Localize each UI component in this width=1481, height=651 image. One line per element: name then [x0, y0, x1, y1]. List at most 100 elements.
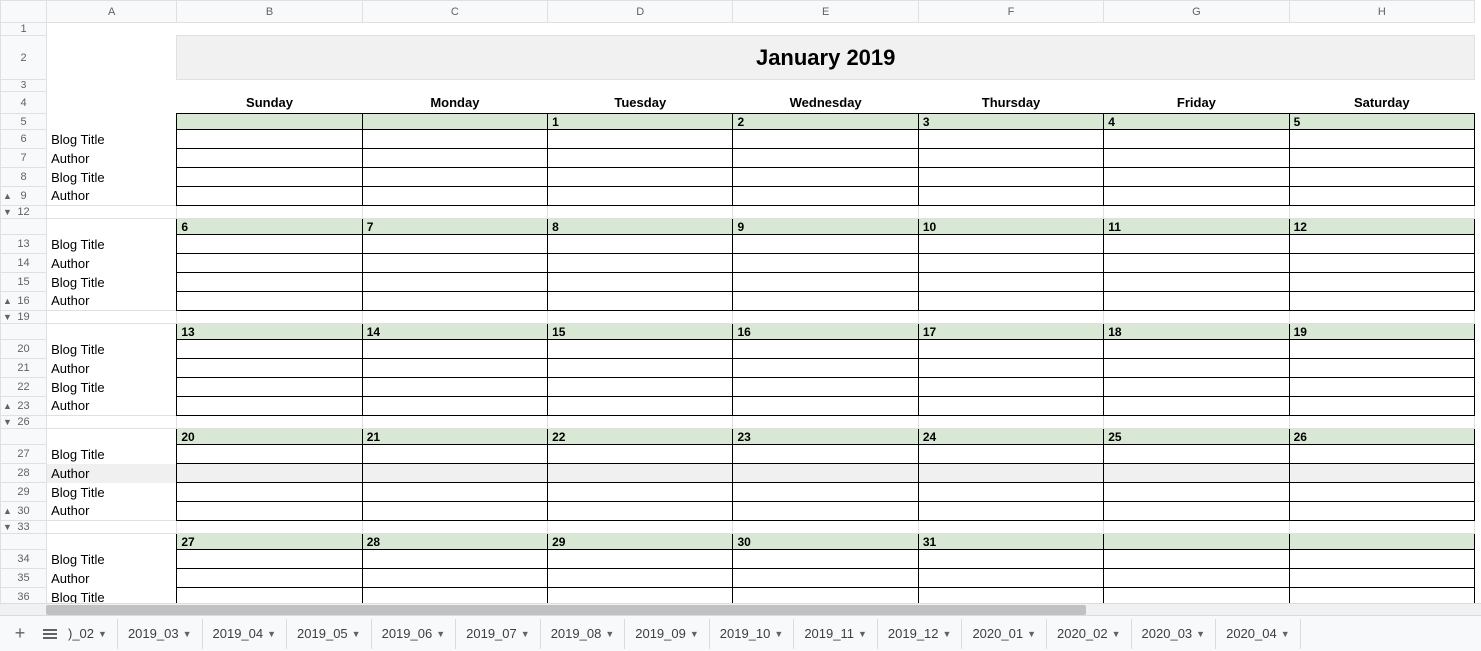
row-label-cell[interactable]: Author: [47, 359, 177, 378]
gap-cell[interactable]: [918, 521, 1103, 534]
gap-cell[interactable]: [733, 416, 918, 429]
row-label-cell[interactable]: Blog Title: [47, 483, 177, 502]
row-label-cell[interactable]: Blog Title: [47, 130, 177, 149]
calendar-cell[interactable]: [177, 502, 362, 521]
calendar-cell[interactable]: [548, 483, 733, 502]
gap-cell[interactable]: [733, 206, 918, 219]
calendar-cell[interactable]: [548, 168, 733, 187]
weekday-header[interactable]: Friday: [1104, 92, 1289, 114]
row-header-19[interactable]: ▼19: [1, 311, 47, 324]
calendar-cell[interactable]: [1104, 502, 1289, 521]
collapse-group-icon[interactable]: ▲: [3, 401, 12, 411]
calendar-cell[interactable]: [362, 588, 547, 604]
gap-cell[interactable]: [1104, 206, 1289, 219]
calendar-cell[interactable]: [733, 359, 918, 378]
calendar-cell[interactable]: [548, 588, 733, 604]
cell[interactable]: [733, 80, 918, 92]
cell[interactable]: [47, 534, 177, 550]
col-header-H[interactable]: H: [1289, 1, 1474, 23]
row-label-cell[interactable]: Blog Title: [47, 273, 177, 292]
cell[interactable]: [1289, 23, 1474, 36]
chevron-down-icon[interactable]: ▼: [1112, 629, 1121, 639]
calendar-cell[interactable]: [362, 569, 547, 588]
chevron-down-icon[interactable]: ▼: [690, 629, 699, 639]
gap-cell[interactable]: [548, 311, 733, 324]
gap-cell[interactable]: [548, 206, 733, 219]
cell[interactable]: [47, 114, 177, 130]
calendar-cell[interactable]: [733, 168, 918, 187]
row-label-cell[interactable]: Blog Title: [47, 588, 177, 604]
sheet-tab-partial[interactable]: )_02▼: [66, 619, 118, 649]
calendar-date-cell[interactable]: 12: [1289, 219, 1474, 235]
row-header-blank[interactable]: [1, 534, 47, 550]
calendar-cell[interactable]: [918, 130, 1103, 149]
calendar-cell[interactable]: [177, 235, 362, 254]
sheet-tab[interactable]: 2019_11▼: [794, 619, 878, 649]
calendar-cell[interactable]: [733, 464, 918, 483]
weekday-header[interactable]: Monday: [362, 92, 547, 114]
calendar-cell[interactable]: [918, 378, 1103, 397]
row-label-cell[interactable]: Blog Title: [47, 550, 177, 569]
row-header-5[interactable]: 5: [1, 114, 47, 130]
chevron-down-icon[interactable]: ▼: [521, 629, 530, 639]
row-label-cell[interactable]: Author: [47, 569, 177, 588]
weekday-header[interactable]: Saturday: [1289, 92, 1474, 114]
calendar-date-cell[interactable]: 24: [918, 429, 1103, 445]
calendar-cell[interactable]: [733, 445, 918, 464]
calendar-cell[interactable]: [1104, 254, 1289, 273]
calendar-cell[interactable]: [1104, 550, 1289, 569]
calendar-cell[interactable]: [177, 273, 362, 292]
cell[interactable]: [47, 80, 177, 92]
row-header-21[interactable]: 21: [1, 359, 47, 378]
calendar-cell[interactable]: [733, 378, 918, 397]
calendar-cell[interactable]: [1289, 588, 1474, 604]
expand-group-icon[interactable]: ▼: [3, 207, 12, 217]
calendar-cell[interactable]: [362, 235, 547, 254]
calendar-cell[interactable]: [918, 502, 1103, 521]
calendar-cell[interactable]: [1289, 569, 1474, 588]
calendar-date-cell[interactable]: 19: [1289, 324, 1474, 340]
calendar-cell[interactable]: [918, 483, 1103, 502]
calendar-cell[interactable]: [918, 149, 1103, 168]
calendar-date-cell[interactable]: [1104, 534, 1289, 550]
calendar-date-cell[interactable]: 16: [733, 324, 918, 340]
sheet-tab[interactable]: 2020_03▼: [1132, 619, 1217, 649]
calendar-date-cell[interactable]: 10: [918, 219, 1103, 235]
calendar-cell[interactable]: [177, 397, 362, 416]
calendar-cell[interactable]: [918, 588, 1103, 604]
row-label-cell[interactable]: Author: [47, 292, 177, 311]
calendar-date-cell[interactable]: 26: [1289, 429, 1474, 445]
gap-cell[interactable]: [47, 416, 177, 429]
row-header-12[interactable]: ▼12: [1, 206, 47, 219]
gap-cell[interactable]: [47, 206, 177, 219]
calendar-cell[interactable]: [548, 235, 733, 254]
calendar-cell[interactable]: [1289, 445, 1474, 464]
chevron-down-icon[interactable]: ▼: [183, 629, 192, 639]
gap-cell[interactable]: [177, 521, 362, 534]
calendar-date-cell[interactable]: 29: [548, 534, 733, 550]
row-header-30[interactable]: ▲30: [1, 502, 47, 521]
row-header-16[interactable]: ▲16: [1, 292, 47, 311]
sheet-tab[interactable]: 2020_02▼: [1047, 619, 1132, 649]
calendar-cell[interactable]: [1104, 359, 1289, 378]
calendar-cell[interactable]: [362, 187, 547, 206]
row-label-cell[interactable]: Author: [47, 149, 177, 168]
cell[interactable]: [177, 23, 362, 36]
calendar-cell[interactable]: [918, 187, 1103, 206]
collapse-group-icon[interactable]: ▲: [3, 296, 12, 306]
calendar-date-cell[interactable]: 9: [733, 219, 918, 235]
col-header-F[interactable]: F: [918, 1, 1103, 23]
calendar-date-cell[interactable]: [1289, 534, 1474, 550]
chevron-down-icon[interactable]: ▼: [858, 629, 867, 639]
calendar-cell[interactable]: [918, 397, 1103, 416]
calendar-date-cell[interactable]: [362, 114, 547, 130]
calendar-cell[interactable]: [362, 397, 547, 416]
sheet-tab[interactable]: 2019_10▼: [710, 619, 795, 649]
row-header-blank[interactable]: [1, 324, 47, 340]
calendar-cell[interactable]: [733, 235, 918, 254]
weekday-header[interactable]: Wednesday: [733, 92, 918, 114]
calendar-cell[interactable]: [1104, 340, 1289, 359]
calendar-cell[interactable]: [918, 550, 1103, 569]
col-header-B[interactable]: B: [177, 1, 362, 23]
calendar-cell[interactable]: [177, 483, 362, 502]
